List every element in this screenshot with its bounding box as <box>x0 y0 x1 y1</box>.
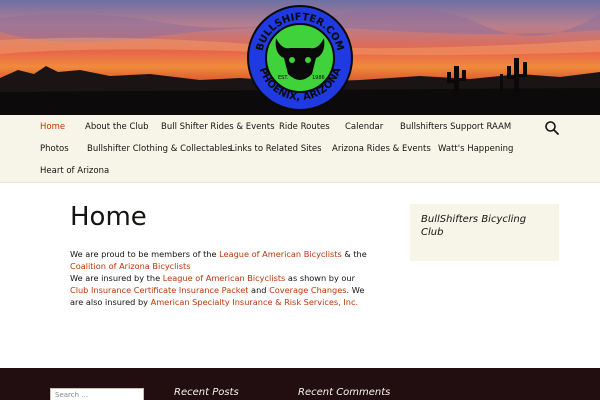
text-segment: We are proud to be members of the <box>70 249 220 259</box>
text-segment: as shown by our <box>285 273 355 283</box>
nav-item-home[interactable]: Home <box>40 116 65 138</box>
coverage-changes-link[interactable]: Coverage Changes <box>269 285 346 295</box>
nav-row-2: Photos Bullshifter Clothing & Collectabl… <box>0 138 600 160</box>
bullshifter-logo[interactable]: BULLSHIFTER.COM PHOENIX, ARIZONA EST. 19… <box>246 4 354 112</box>
logo-est-year: 1986 <box>312 75 325 81</box>
nav-item-bullshifters-support-raam[interactable]: Bullshifters Support RAAM <box>400 116 511 138</box>
page-content: We are proud to be members of the League… <box>70 248 370 308</box>
membership-paragraph: We are proud to be members of the League… <box>70 248 370 272</box>
site-footer: Search … Recent Posts Recent Comments <box>0 368 600 400</box>
nav-row-3: Heart of Arizona <box>0 160 600 182</box>
league-of-american-bicyclists-link[interactable]: League of American Bicyclists <box>219 249 342 259</box>
footer-search-input[interactable]: Search … <box>50 388 144 400</box>
sidebar-widget: BullShifters Bicycling Club <box>410 204 559 261</box>
nav-item-arizona-rides-events[interactable]: Arizona Rides & Events <box>332 138 431 160</box>
coalition-of-arizona-bicyclists-link[interactable]: Coalition of Arizona Bicyclists <box>70 261 190 271</box>
search-icon[interactable] <box>544 120 560 136</box>
league-of-american-bicyclists-link-2[interactable]: League of American Bicyclists <box>163 273 286 283</box>
text-segment: We are insured by the <box>70 273 163 283</box>
nav-item-heart-of-arizona[interactable]: Heart of Arizona <box>40 160 109 182</box>
nav-item-photos[interactable]: Photos <box>40 138 69 160</box>
club-insurance-certificate-link[interactable]: Club Insurance Certificate Insurance Pac… <box>70 285 248 295</box>
nav-item-bull-shifter-rides-events[interactable]: Bull Shifter Rides & Events <box>161 116 275 138</box>
recent-posts-title: Recent Posts <box>174 387 239 398</box>
nav-item-about-the-club[interactable]: About the Club <box>85 116 149 138</box>
main-navigation: Home About the Club Bull Shifter Rides &… <box>0 115 600 183</box>
recent-comments-title: Recent Comments <box>298 387 391 398</box>
page-title: Home <box>70 202 147 232</box>
text-segment: & the <box>341 249 367 259</box>
logo-est-label: EST. <box>278 75 289 81</box>
widget-title: BullShifters Bicycling Club <box>421 214 527 238</box>
header-banner[interactable]: BULLSHIFTER.COM PHOENIX, ARIZONA EST. 19… <box>0 0 600 115</box>
insurance-paragraph: We are insured by the League of American… <box>70 272 370 308</box>
nav-item-calendar[interactable]: Calendar <box>345 116 383 138</box>
nav-item-links-to-related-sites[interactable]: Links to Related Sites <box>230 138 322 160</box>
nav-item-ride-routes[interactable]: Ride Routes <box>279 116 330 138</box>
nav-row-1: Home About the Club Bull Shifter Rides &… <box>0 116 600 138</box>
nav-item-bullshifter-clothing[interactable]: Bullshifter Clothing & Collectables <box>87 138 232 160</box>
american-specialty-insurance-link[interactable]: American Specialty Insurance & Risk Serv… <box>151 297 359 307</box>
nav-item-watts-happening[interactable]: Watt's Happening <box>438 138 513 160</box>
text-segment: and <box>248 285 270 295</box>
